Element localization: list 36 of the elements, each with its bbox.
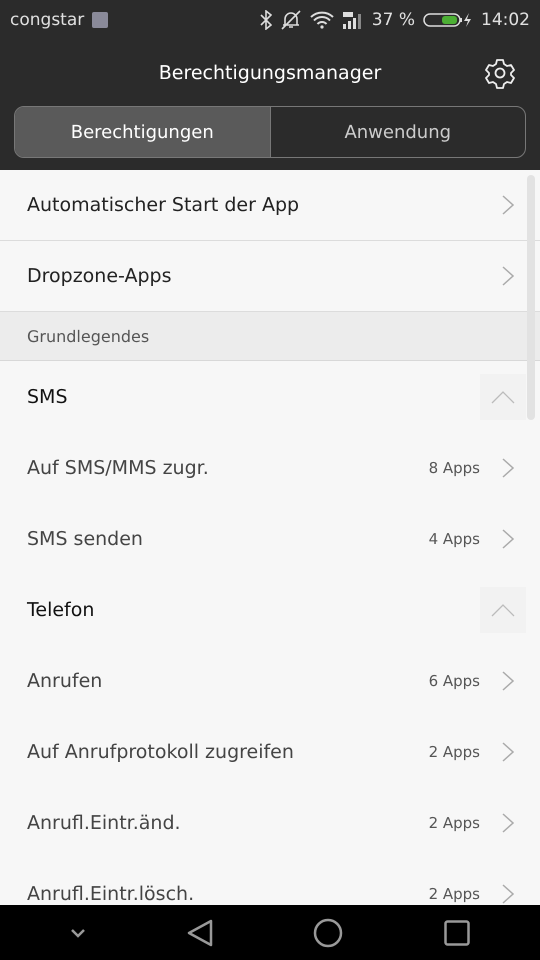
- chevron-up-icon: [491, 602, 515, 616]
- chevron-right-icon: [502, 195, 514, 215]
- permission-item[interactable]: Anrufl.Eintr.änd. 2 Apps: [0, 787, 540, 858]
- tab[interactable]: Anwendung: [270, 107, 525, 157]
- chevron-right-icon: [502, 458, 514, 478]
- chevron-right-icon: [502, 812, 514, 832]
- back-icon[interactable]: [186, 918, 213, 946]
- chevron-right-icon: [502, 884, 514, 904]
- permission-item[interactable]: Anrufen 6 Apps: [0, 645, 540, 716]
- settings-icon[interactable]: [484, 57, 516, 89]
- home-icon[interactable]: [313, 918, 344, 948]
- section-header: Grundlegendes: [0, 312, 540, 361]
- wifi-icon: [310, 11, 334, 29]
- chevron-up-icon: [491, 390, 515, 404]
- permission-item[interactable]: Auf Anrufprotokoll zugreifen 2 Apps: [0, 716, 540, 787]
- muted-bell-icon: [280, 10, 302, 30]
- group-title: SMS: [27, 386, 69, 408]
- chevron-right-icon: [502, 742, 514, 762]
- clock: 14:02: [481, 10, 530, 30]
- permission-item[interactable]: Auf SMS/MMS zugr. 8 Apps: [0, 432, 540, 503]
- recents-icon[interactable]: [444, 920, 470, 946]
- chevron-right-icon: [502, 528, 514, 548]
- chevron-right-icon: [502, 266, 514, 286]
- permission-item[interactable]: Anrufl.Eintr.lösch. 2 Apps: [0, 858, 540, 905]
- tab[interactable]: Berechtigungen: [15, 107, 270, 157]
- bluetooth-icon: [260, 10, 272, 30]
- chevron-right-icon: [502, 670, 514, 690]
- group-title: Telefon: [27, 598, 96, 620]
- permission-item[interactable]: SMS senden 4 Apps: [0, 503, 540, 574]
- carrier-name: congstar: [10, 10, 84, 30]
- battery-percent: 37 %: [372, 10, 415, 30]
- screen-title: Berechtigungsmanager: [158, 62, 382, 84]
- sim-icon: [92, 12, 108, 28]
- battery-charging-icon: [423, 12, 473, 28]
- chevron-down-icon[interactable]: [70, 928, 86, 938]
- signal-icon: [342, 10, 364, 30]
